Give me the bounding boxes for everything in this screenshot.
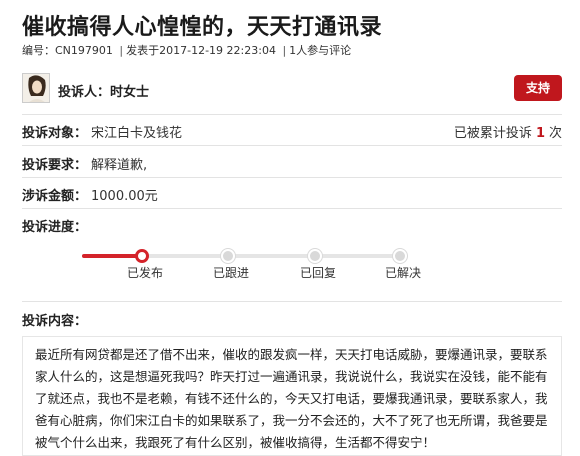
avatar xyxy=(22,73,50,103)
divider xyxy=(22,301,562,302)
participants-count[interactable]: 1人参与评论 xyxy=(289,44,351,57)
target-label: 投诉对象： xyxy=(22,126,88,141)
step-label-replied: 已回复 xyxy=(299,266,337,280)
progress-tracker: 已发布 已跟进 已回复 已解决 xyxy=(82,248,421,288)
step-dot-replied xyxy=(308,249,322,263)
step-dot-published xyxy=(135,249,149,263)
request-label: 投诉要求： xyxy=(22,158,88,173)
complaint-amount-row: 涉诉金额： 1000.00元 xyxy=(22,185,562,204)
content-row: 投诉内容： xyxy=(22,310,562,329)
target-value[interactable]: 宋江白卡及钱花 xyxy=(91,126,182,141)
post-meta: 编号：CN197901 | 发表于2017-12-19 22:23:04 | 1人参… xyxy=(22,42,351,58)
progress-label: 投诉进度： xyxy=(22,220,88,235)
count-value: 1 xyxy=(535,126,545,141)
progress-track-fill xyxy=(82,254,142,258)
divider xyxy=(22,145,562,146)
request-value: 解释道歉, xyxy=(91,158,148,173)
progress-row: 投诉进度： xyxy=(22,216,562,235)
step-label-published: 已发布 xyxy=(126,266,164,280)
user-avatar-icon xyxy=(23,74,49,102)
divider xyxy=(22,208,562,209)
published-time: 发表于2017-12-19 22:23:04 xyxy=(126,44,276,57)
step-dot-resolved xyxy=(393,249,407,263)
id-label: 编号： xyxy=(22,44,55,57)
count-suffix: 次 xyxy=(548,126,562,141)
step-label-resolved: 已解决 xyxy=(384,266,422,280)
complainant-bar: 投诉人：时女士 支持 xyxy=(22,73,562,105)
step-dot-followed xyxy=(221,249,235,263)
divider xyxy=(22,177,562,178)
complaint-target-row: 投诉对象： 宋江白卡及钱花 已被累计投诉 1 次 xyxy=(22,122,562,141)
complaint-content: 最近所有网贷都是还了借不出来，催收的跟发疯一样，天天打电话威胁，要爆通讯录，要联… xyxy=(22,336,562,456)
complaint-count: 已被累计投诉 1 次 xyxy=(454,122,562,141)
count-prefix: 已被累计投诉 xyxy=(453,126,532,141)
divider xyxy=(22,114,562,115)
amount-value: 1000.00元 xyxy=(91,189,158,204)
complaint-request-row: 投诉要求： 解释道歉, xyxy=(22,154,562,173)
page-title: 催收搞得人心惶惶的，天天打通讯录 xyxy=(22,15,383,40)
amount-label: 涉诉金额： xyxy=(22,189,88,204)
complainant-name: 投诉人：时女士 xyxy=(58,85,150,100)
step-label-followed: 已跟进 xyxy=(212,266,250,280)
meta-separator: | xyxy=(119,44,124,57)
content-label: 投诉内容： xyxy=(22,314,88,329)
id-value: CN197901 xyxy=(55,44,113,57)
meta-separator: | xyxy=(282,44,287,57)
support-button[interactable]: 支持 xyxy=(514,75,562,101)
